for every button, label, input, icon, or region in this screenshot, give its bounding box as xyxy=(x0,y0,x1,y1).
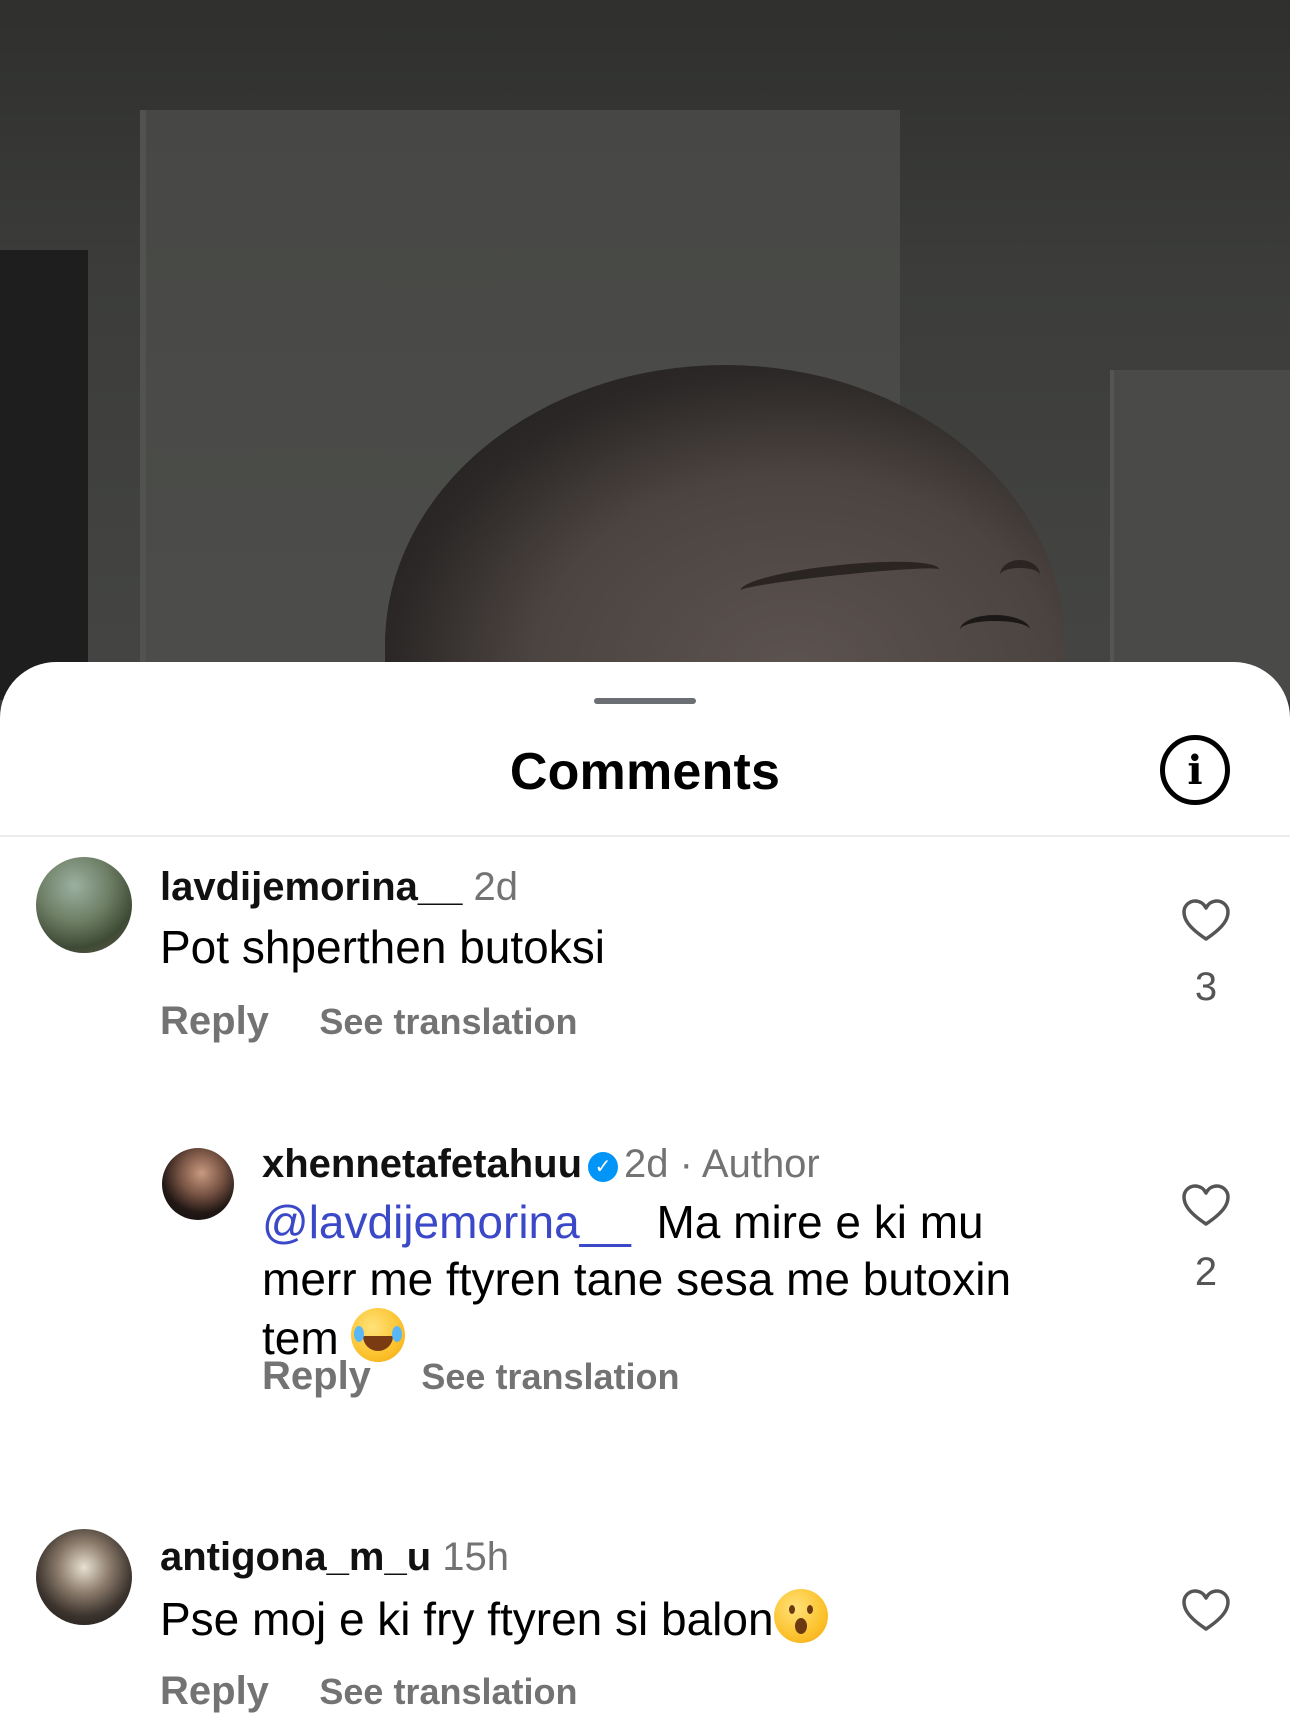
comment-actions: Reply See translation xyxy=(160,1669,577,1714)
heart-icon xyxy=(1182,899,1230,941)
verified-badge-icon: ✓ xyxy=(588,1151,619,1182)
like-button[interactable]: 3 xyxy=(1176,899,1236,1010)
person-eyebrow xyxy=(1000,560,1040,590)
comment-username[interactable]: antigona_m_u xyxy=(160,1535,431,1579)
heart-icon xyxy=(1182,1589,1230,1631)
avatar[interactable] xyxy=(36,1529,132,1625)
info-icon[interactable]: i xyxy=(1160,735,1230,805)
comment-username[interactable]: lavdijemorina__ xyxy=(160,865,462,909)
comment-text: Pot shperthen butoksi xyxy=(160,921,605,973)
comment-time: 2d xyxy=(473,865,519,909)
comment-actions: Reply See translation xyxy=(262,1354,679,1399)
reply-button[interactable]: Reply xyxy=(262,1354,371,1399)
reply-button[interactable]: Reply xyxy=(160,1669,269,1714)
like-button[interactable] xyxy=(1176,1589,1236,1633)
see-translation-button[interactable]: See translation xyxy=(421,1356,679,1398)
sheet-title: Comments xyxy=(509,743,781,801)
comment-time: 15h xyxy=(442,1535,510,1579)
comments-sheet: Comments i lavdijemorina__ 2d Pot shpert… xyxy=(0,662,1290,1729)
comment-meta: xhennetafetahuu ✓ 2d · Author xyxy=(262,1142,820,1187)
background-frame xyxy=(1110,370,1290,700)
avatar[interactable] xyxy=(36,857,132,953)
comment-body: Pse moj e ki fry ftyren si balon xyxy=(160,1593,774,1645)
comment-text: Pse moj e ki fry ftyren si balon xyxy=(160,1589,828,1648)
comment-username[interactable]: xhennetafetahuu xyxy=(262,1142,582,1186)
like-count: 3 xyxy=(1194,965,1218,1009)
comment-text: @lavdijemorina__ Ma mire e ki mu merr me… xyxy=(262,1194,1082,1367)
comment-actions: Reply See translation xyxy=(160,999,577,1044)
see-translation-button[interactable]: See translation xyxy=(319,1671,577,1713)
like-count: 2 xyxy=(1194,1250,1218,1294)
video-background xyxy=(0,0,1290,700)
header-divider xyxy=(0,835,1290,837)
like-button[interactable]: 2 xyxy=(1176,1184,1236,1295)
see-translation-button[interactable]: See translation xyxy=(319,1001,577,1043)
avatar[interactable] xyxy=(162,1148,234,1220)
comment-mention[interactable]: @lavdijemorina__ xyxy=(262,1196,631,1248)
comment-meta: lavdijemorina__ 2d xyxy=(160,865,518,910)
reply-button[interactable]: Reply xyxy=(160,999,269,1044)
comment-time: 2d xyxy=(624,1142,669,1186)
comment-meta: antigona_m_u 15h xyxy=(160,1535,509,1580)
person-eye xyxy=(960,615,1030,645)
sheet-grabber[interactable] xyxy=(594,698,696,704)
background-tv xyxy=(0,250,88,700)
heart-icon xyxy=(1182,1184,1230,1226)
surprised-emoji-icon xyxy=(773,1589,828,1643)
author-tag: · Author xyxy=(679,1142,820,1186)
